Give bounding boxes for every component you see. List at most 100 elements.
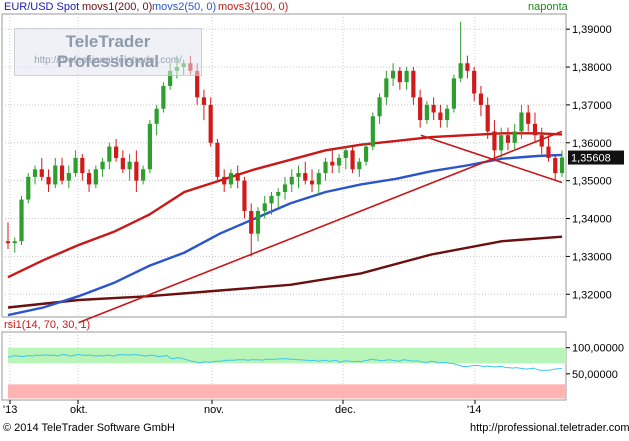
candle-body <box>451 78 456 109</box>
candle-body <box>73 157 78 174</box>
rsi-oversold-band <box>8 384 566 399</box>
candle-body <box>532 123 538 136</box>
watermark: TeleTrader Professional http://professio… <box>14 28 202 76</box>
candle-body <box>235 173 240 181</box>
candle-body <box>39 169 44 177</box>
candle-body <box>377 97 382 117</box>
symbol-label: EUR/USD Spot <box>4 1 80 13</box>
candle-body <box>276 192 281 196</box>
candle-body <box>53 165 58 185</box>
candle-body <box>127 161 132 170</box>
candle-body <box>141 169 146 181</box>
candle-body <box>478 93 484 105</box>
candle-body <box>492 131 497 151</box>
candle-body <box>323 161 328 174</box>
candle-body <box>465 63 470 71</box>
candle-body <box>303 173 308 181</box>
candle-body <box>161 85 166 109</box>
x-tick-label: nov. <box>204 404 224 416</box>
candle-body <box>438 112 443 121</box>
candle-body <box>336 157 342 166</box>
candle-body <box>100 161 105 170</box>
candle-body <box>357 161 362 170</box>
candle-body <box>282 184 288 193</box>
candle-body <box>208 104 213 143</box>
candle-body <box>539 135 544 147</box>
candle-body <box>391 70 396 79</box>
candle-body <box>222 176 227 185</box>
candle-body <box>384 78 389 98</box>
candle-body <box>445 108 450 121</box>
candle-body <box>309 180 315 185</box>
candle-body <box>559 157 565 174</box>
candle-body <box>404 70 409 83</box>
ma2-label: movs2(50, 0) <box>152 1 217 13</box>
candle-body <box>397 70 402 83</box>
candle-body <box>418 97 423 121</box>
candle-body <box>485 104 490 132</box>
candle-body <box>553 157 558 174</box>
candle-body <box>215 142 220 177</box>
candle-body <box>201 97 207 105</box>
candle-body <box>46 176 51 185</box>
candle-body <box>59 165 65 181</box>
candle-body <box>5 241 11 244</box>
candle-body <box>330 161 335 166</box>
last-price-label: 1,35608 <box>571 153 611 165</box>
y-tick-label: 1,39000 <box>572 24 612 36</box>
candle-body <box>120 157 125 170</box>
ma1-label: movs1(200, 0) <box>82 1 153 13</box>
candle-body <box>350 150 355 170</box>
y-tick-label: 1,35000 <box>572 176 612 188</box>
rsi-y-tick-label: 100,00000 <box>572 343 624 355</box>
candle-body <box>262 203 267 211</box>
candle-body <box>343 150 348 158</box>
candle-body <box>12 241 17 244</box>
candle-body <box>26 176 31 200</box>
x-tick-label: okt. <box>70 404 88 416</box>
candle-body <box>546 146 551 158</box>
candle-body <box>472 70 477 94</box>
candle-body <box>424 104 429 121</box>
y-tick-label: 1,32000 <box>572 289 612 301</box>
candle-body <box>80 157 85 174</box>
candle-body <box>249 210 254 234</box>
candle-body <box>255 210 261 234</box>
x-tick-label: dec. <box>335 404 356 416</box>
footer-url: http://professional.teletrader.com <box>470 422 629 434</box>
candle-body <box>519 112 524 132</box>
candle-body <box>363 146 369 162</box>
candle-body <box>499 135 504 151</box>
x-tick-label: '13 <box>3 404 17 416</box>
y-tick-label: 1,37000 <box>572 100 612 112</box>
ma3-label: movs3(100, 0) <box>218 1 289 13</box>
watermark-title: TeleTrader Professional <box>56 32 160 71</box>
candle-body <box>66 173 71 181</box>
candle-body <box>86 173 92 185</box>
chart-window: 1,39000 1,38000 1,37000 1,36000 1,35000 1,340… <box>0 0 629 436</box>
period-label: naponta <box>528 1 568 13</box>
candle-body <box>32 169 38 177</box>
candle-body <box>154 108 159 124</box>
y-tick-label: 1,36000 <box>572 138 612 150</box>
candle-body <box>505 135 511 143</box>
watermark-url: http://professional.teletrader.com/ <box>34 55 182 66</box>
candle-body <box>289 176 294 185</box>
candle-body <box>411 70 416 98</box>
candle-body <box>316 173 321 185</box>
candle-body <box>526 112 531 124</box>
candle-body <box>242 180 247 211</box>
candle-body <box>512 131 517 143</box>
candle-body <box>296 173 301 177</box>
candle-body <box>431 104 436 113</box>
candle-body <box>147 123 152 170</box>
candle-body <box>370 116 375 147</box>
y-tick-label: 1,33000 <box>572 251 612 263</box>
y-tick-label: 1,34000 <box>572 214 612 226</box>
candle-body <box>458 63 463 79</box>
candle-body <box>228 173 234 185</box>
candle-body <box>19 199 24 242</box>
x-tick-label: '14 <box>467 404 481 416</box>
candle-body <box>269 195 274 204</box>
candle-body <box>107 146 112 162</box>
